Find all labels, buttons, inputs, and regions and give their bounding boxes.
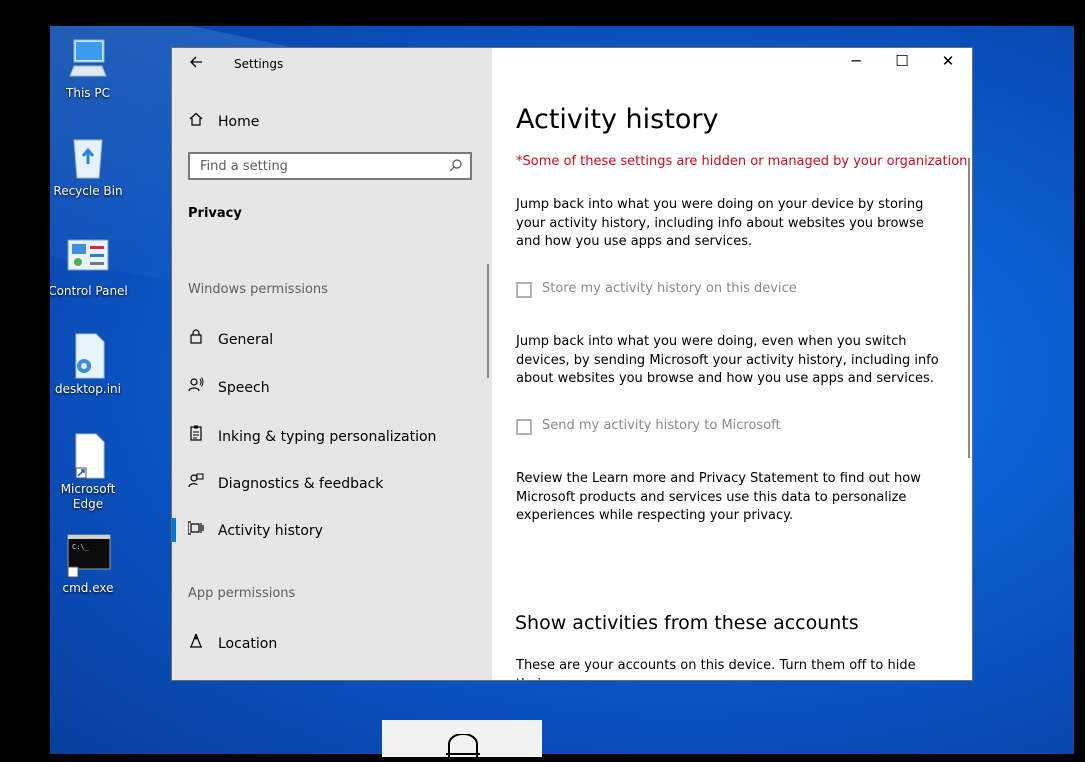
lock-icon [188, 329, 204, 348]
checkbox-label: Store my activity history on this device [542, 281, 797, 296]
terminal-icon: C:\_ [64, 531, 112, 579]
checkbox-label: Send my activity history to Microsoft [542, 418, 781, 433]
sidebar-item-label: Diagnostics & feedback [218, 476, 384, 492]
desktop-icon-label: Control Panel [50, 284, 128, 298]
desktop-icon-control-panel[interactable]: Control Panel [50, 234, 128, 299]
sidebar-item-diagnostics[interactable]: Diagnostics & feedback [188, 473, 383, 492]
sidebar-item-activity-history[interactable]: Activity history [172, 518, 323, 542]
lock-screen-tile [382, 720, 542, 758]
send-history-checkbox[interactable]: Send my activity history to Microsoft [516, 418, 781, 435]
search-input[interactable]: Find a setting [188, 152, 472, 180]
managed-warning: *Some of these settings are hidden or ma… [516, 154, 972, 169]
maximize-button[interactable]: ☐ [882, 52, 922, 78]
sidebar-item-label: Location [218, 636, 278, 652]
back-arrow-icon[interactable] [188, 54, 208, 74]
search-placeholder: Find a setting [200, 159, 288, 174]
sidebar-item-location[interactable]: Location [188, 633, 277, 652]
sidebar-item-label: Speech [218, 380, 270, 396]
checkbox-box[interactable] [516, 419, 532, 435]
desktop-icon-label: This PC [66, 86, 110, 100]
accounts-heading: Show activities from these accounts [515, 612, 859, 634]
computer-icon [64, 36, 112, 84]
desktop-icon-label-line2: Edge [72, 497, 104, 511]
feedback-icon [188, 473, 204, 492]
page-title: Activity history [516, 104, 719, 135]
sidebar-item-inking-typing[interactable]: Inking & typing personalization [188, 425, 436, 445]
description-cloud: Jump back into what you were doing, even… [516, 334, 939, 386]
sidebar-item-general[interactable]: General [188, 329, 273, 348]
minimize-button[interactable]: ─ [836, 52, 876, 78]
window-title: Settings [234, 57, 284, 71]
sidebar-item-speech[interactable]: Speech [188, 377, 270, 396]
control-panel-icon [64, 234, 112, 282]
sidebar-item-label: Inking & typing personalization [218, 429, 437, 445]
main-content: ─ ☐ ✕ Activity history *Some of these se… [492, 48, 972, 680]
shortcut-file-icon [64, 432, 112, 480]
clipboard-icon [188, 425, 204, 445]
desktop-icon-recycle-bin[interactable]: Recycle Bin [50, 134, 128, 199]
desktop-icon-cmd[interactable]: C:\_ cmd.exe [50, 531, 128, 596]
checkbox-box[interactable] [516, 282, 532, 298]
svg-text:C:\_: C:\_ [72, 543, 90, 551]
lock-icon [446, 733, 480, 762]
desktop-icon-microsoft-edge[interactable]: Microsoft Edge [50, 432, 128, 512]
search-icon[interactable] [449, 159, 462, 176]
sidebar-scrollbar[interactable] [487, 264, 489, 378]
desktop-icon-label: Microsoft [60, 482, 116, 496]
main-scrollbar[interactable] [968, 158, 970, 458]
location-icon [188, 633, 204, 652]
sidebar-item-label: General [218, 332, 274, 348]
sidebar-item-home[interactable]: Home [188, 112, 259, 130]
section-header-windows-permissions: Windows permissions [188, 282, 328, 297]
sidebar-item-label: Home [218, 114, 260, 130]
desktop-icon-this-pc[interactable]: This PC [50, 36, 128, 101]
category-heading: Privacy [188, 206, 242, 221]
home-icon [188, 112, 204, 130]
speech-icon [188, 377, 204, 396]
store-history-checkbox[interactable]: Store my activity history on this device [516, 281, 797, 298]
activity-history-icon [187, 521, 204, 539]
section-header-app-permissions: App permissions [188, 586, 296, 601]
desktop-icon-label: desktop.ini [55, 382, 121, 396]
desktop-icon-label: cmd.exe [62, 581, 114, 595]
privacy-statement-text: Review the Learn more and Privacy Statem… [516, 471, 921, 523]
desktop-icon-label: Recycle Bin [53, 184, 123, 198]
description-local: Jump back into what you were doing on yo… [516, 197, 924, 249]
accounts-description: These are your accounts on this device. … [516, 658, 916, 680]
settings-sidebar: Settings Home Find a setting Privacy Win… [172, 48, 492, 680]
desktop-icon-desktop-ini[interactable]: desktop.ini [50, 332, 128, 397]
recycle-bin-icon [64, 134, 112, 182]
settings-file-icon [64, 332, 112, 380]
close-button[interactable]: ✕ [928, 52, 968, 78]
settings-window: Settings Home Find a setting Privacy Win… [172, 48, 972, 680]
sidebar-item-label: Activity history [218, 523, 323, 539]
